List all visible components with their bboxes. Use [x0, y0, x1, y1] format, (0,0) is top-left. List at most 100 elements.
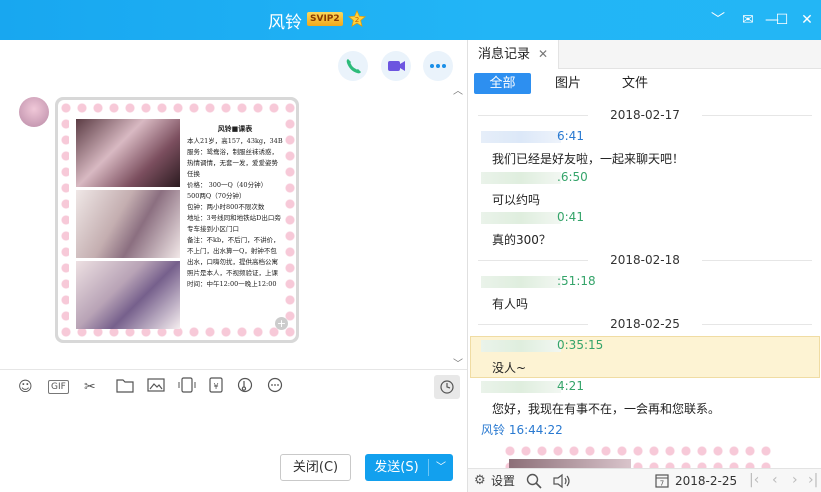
scroll-down-icon[interactable]: ﹀ [453, 355, 463, 370]
gear-icon[interactable]: ⚙ [474, 473, 486, 489]
history-clock-button[interactable] [434, 375, 460, 399]
more-actions-button[interactable] [423, 51, 453, 81]
card-line: 价格： 300一Q（40分钟） [187, 181, 268, 189]
send-options-chevron-icon[interactable]: ﹀ [431, 454, 451, 481]
more-icon[interactable] [267, 377, 283, 397]
history-tab-bar: 消息记录 ✕ [468, 40, 821, 69]
folder-icon[interactable] [116, 377, 134, 397]
card-border: 风铃■课表 本人21岁，高157，43kg，34B 服务：鸳鸯浴，制服丝袜诱惑，… [58, 100, 296, 340]
message-text[interactable]: 我们已经是好友啦，一起来聊天吧！ [492, 150, 684, 167]
search-icon[interactable] [526, 473, 542, 492]
scissors-icon[interactable]: ✂ [84, 377, 96, 397]
sender-name-blur [481, 211, 561, 224]
smile-icon[interactable]: ☺ [18, 377, 33, 397]
send-divider [428, 459, 429, 476]
close-chat-button[interactable]: 关闭(C) [280, 454, 351, 481]
image-message-card[interactable]: 风铃■课表 本人21岁，高157，43kg，34B 服务：鸳鸯浴，制服丝袜诱惑，… [55, 97, 299, 343]
screen-icon[interactable] [178, 377, 196, 397]
date-separator: 2018-02-17 [468, 108, 821, 122]
card-line: 本人21岁，高157，43kg，34B [187, 137, 283, 145]
scroll-up-icon[interactable]: ︿ [453, 82, 463, 97]
red-packet-icon[interactable]: ¥ [208, 377, 224, 397]
contact-name: 风铃 [268, 13, 302, 33]
message-time: 0:35:15 [557, 338, 604, 352]
voice-call-button[interactable] [338, 51, 368, 81]
card-title: 风铃■课表 [217, 124, 253, 133]
video-call-button[interactable] [381, 51, 411, 81]
message-text[interactable]: 没人~ [492, 359, 526, 376]
photo-3 [76, 261, 180, 329]
image-icon[interactable] [147, 377, 165, 397]
history-bottom-bar: ⚙ 设置 7 2018-2-25 |‹ ‹ › ›| [468, 468, 821, 492]
sender-name-blur [481, 171, 561, 184]
current-date[interactable]: 2018-2-25 [675, 473, 737, 489]
message-text[interactable]: 可以约吗 [492, 191, 540, 208]
photo-2 [76, 190, 180, 258]
card-line: 备注：不kb，不后门，不讲价，不上门，出水算一Q，射钟不包出水，口嗨勿扰，提供高… [187, 236, 280, 266]
sender-name-blur [481, 380, 561, 393]
svg-text:¥: ¥ [213, 382, 218, 391]
message-header: 0:41 [481, 210, 584, 224]
tab-message-history[interactable]: 消息记录 ✕ [468, 40, 560, 69]
level-number: 2 [355, 15, 360, 24]
card-line: 500两Q（70分钟） [187, 192, 246, 200]
calendar-icon[interactable]: 7 [655, 473, 669, 492]
message-header: 0:35:15 [481, 338, 603, 352]
message-text[interactable]: 您好，我现在有事不在，一会再和您联系。 [492, 400, 720, 417]
first-page-icon[interactable]: |‹ [749, 472, 759, 488]
message-time: 4:21 [557, 379, 584, 393]
next-page-icon[interactable]: › [792, 472, 798, 488]
message-header: 6:41 [481, 129, 584, 143]
svip-badge: SVIP2 [307, 12, 343, 26]
send-button[interactable]: 发送(S) ﹀ [365, 454, 453, 481]
sender-name-blur [481, 275, 561, 288]
message-time: :51:18 [557, 274, 596, 288]
date-label: 2018-02-18 [602, 253, 688, 267]
filter-images[interactable]: 图片 [548, 73, 588, 94]
send-label: 发送(S) [374, 460, 419, 475]
message-text[interactable]: 有人吗 [492, 295, 528, 312]
card-line: 服务：鸳鸯浴，制服丝袜诱惑，热情调情，无套一发，爱爱姿势任换 [187, 148, 278, 178]
image-message-preview[interactable] [502, 443, 772, 471]
title-bar: 风铃 SVIP2 2 ﹀ ✉ — ☐ ✕ [0, 0, 821, 40]
maximize-button[interactable]: ☐ [772, 10, 792, 30]
prev-page-icon[interactable]: ‹ [772, 472, 778, 488]
svg-text:7: 7 [660, 480, 664, 488]
date-separator: 2018-02-25 [468, 317, 821, 331]
divider [0, 369, 467, 370]
video-camera-icon [388, 61, 405, 71]
close-button[interactable]: ✕ [797, 10, 817, 30]
settings-link[interactable]: 设置 [491, 473, 515, 489]
mail-icon[interactable]: ✉ [738, 10, 758, 30]
gif-icon[interactable]: GIF [48, 380, 69, 394]
card-text: 风铃■课表 本人21岁，高157，43kg，34B 服务：鸳鸯浴，制服丝袜诱惑，… [187, 123, 283, 290]
phone-icon [346, 59, 361, 74]
dropdown-icon[interactable]: ﹀ [708, 10, 728, 30]
date-label: 2018-02-17 [602, 108, 688, 122]
chat-panel: ︿ 风铃■课表 本人21岁，高157，43kg，34B 服务：鸳鸯浴，制服丝袜诱… [0, 40, 467, 492]
tab-label: 消息记录 [478, 47, 531, 62]
speaker-icon[interactable] [552, 473, 572, 492]
message-time: 6:41 [557, 129, 584, 143]
photo-1 [76, 119, 180, 187]
level-star-icon: 2 [348, 10, 366, 27]
message-text[interactable]: 真的300？ [492, 231, 551, 248]
ellipsis-icon [430, 64, 446, 68]
message-history-panel: 消息记录 ✕ 全部 图片 文件 2018-02-17 6:41 我们已经是好友啦，… [467, 40, 821, 492]
message-header: .6:50 [481, 170, 588, 184]
avatar[interactable] [19, 97, 49, 127]
zoom-plus-icon[interactable]: + [275, 317, 288, 330]
sender-name-blur [481, 339, 561, 352]
clock-icon [440, 380, 454, 394]
filter-files[interactable]: 文件 [615, 73, 655, 94]
message-header: :51:18 [481, 274, 596, 288]
last-page-icon[interactable]: ›| [808, 472, 818, 488]
card-line: 照片是本人，不视频验证，上课时间：中午12:00一晚上12:00 [187, 269, 278, 288]
music-icon[interactable] [237, 377, 253, 397]
self-message-header: 风铃 16:44:22 [481, 423, 563, 437]
date-separator: 2018-02-18 [468, 253, 821, 267]
filter-all[interactable]: 全部 [474, 73, 531, 94]
close-tab-icon[interactable]: ✕ [538, 47, 548, 61]
message-header: 4:21 [481, 379, 584, 393]
message-time: 0:41 [557, 210, 584, 224]
